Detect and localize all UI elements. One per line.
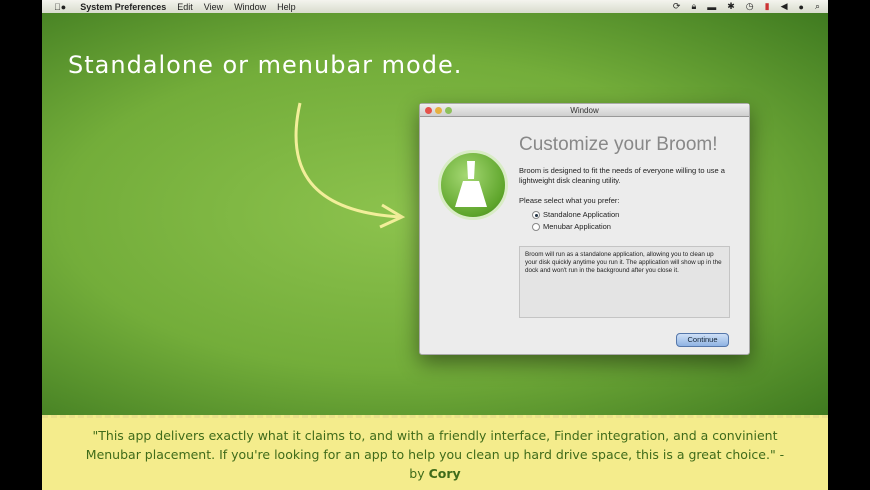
window-title: Window — [570, 106, 599, 115]
volume-icon[interactable]: ◀ — [781, 1, 788, 12]
arrow-icon — [294, 102, 406, 229]
menu-app-name[interactable]: System Preferences — [80, 2, 166, 12]
radio-icon[interactable] — [532, 222, 540, 231]
menu-help[interactable]: Help — [277, 2, 296, 12]
intro-text: Broom is designed to fit the needs of ev… — [519, 166, 725, 185]
lock-icon[interactable]: 🔒︎ — [691, 1, 696, 12]
radio-menubar[interactable]: Menubar Application — [532, 222, 611, 231]
menu-bar: ● System Preferences Edit View Window H… — [42, 0, 828, 13]
radio-icon[interactable] — [532, 210, 540, 219]
menu-window[interactable]: Window — [234, 2, 266, 12]
apple-icon[interactable]: ● — [54, 2, 66, 12]
menu-view[interactable]: View — [204, 2, 223, 12]
review-quote: "This app delivers exactly what it claim… — [42, 415, 828, 490]
continue-button[interactable]: Continue — [676, 333, 729, 347]
window-titlebar[interactable]: Window — [420, 104, 749, 117]
user-icon[interactable]: ● — [799, 2, 804, 12]
zoom-icon[interactable] — [445, 107, 452, 114]
menu-edit[interactable]: Edit — [177, 2, 193, 12]
headline: Standalone or menubar mode. — [68, 51, 463, 79]
screenshot-stage: ● System Preferences Edit View Window H… — [42, 0, 828, 490]
sync-icon[interactable]: ⟳ — [673, 1, 681, 12]
display-icon[interactable]: ▬ — [707, 2, 716, 12]
spotlight-icon[interactable]: ⌕ — [815, 1, 820, 12]
flag-icon[interactable]: ▮ — [765, 1, 770, 12]
bluetooth-icon[interactable]: ✱ — [727, 1, 735, 12]
time-machine-icon[interactable]: ◷ — [746, 1, 754, 12]
green-background: Standalone or menubar mode. Window Custo… — [42, 13, 828, 415]
window-heading: Customize your Broom! — [519, 134, 718, 155]
radio-standalone[interactable]: Standalone Application — [532, 210, 619, 219]
radio-label: Menubar Application — [543, 222, 611, 231]
broom-logo-icon — [438, 150, 508, 220]
description-box: Broom will run as a standalone applicati… — [519, 246, 730, 318]
status-icons: ⟳ 🔒︎ ▬ ✱ ◷ ▮ ◀ ● ⌕ — [673, 0, 820, 13]
broom-window: Window Customize your Broom! Broom is de… — [419, 103, 750, 355]
close-icon[interactable] — [425, 107, 432, 114]
quote-author: Cory — [428, 465, 461, 481]
minimize-icon[interactable] — [435, 107, 442, 114]
radio-label: Standalone Application — [543, 210, 620, 219]
prompt-text: Please select what you prefer: — [519, 196, 620, 205]
